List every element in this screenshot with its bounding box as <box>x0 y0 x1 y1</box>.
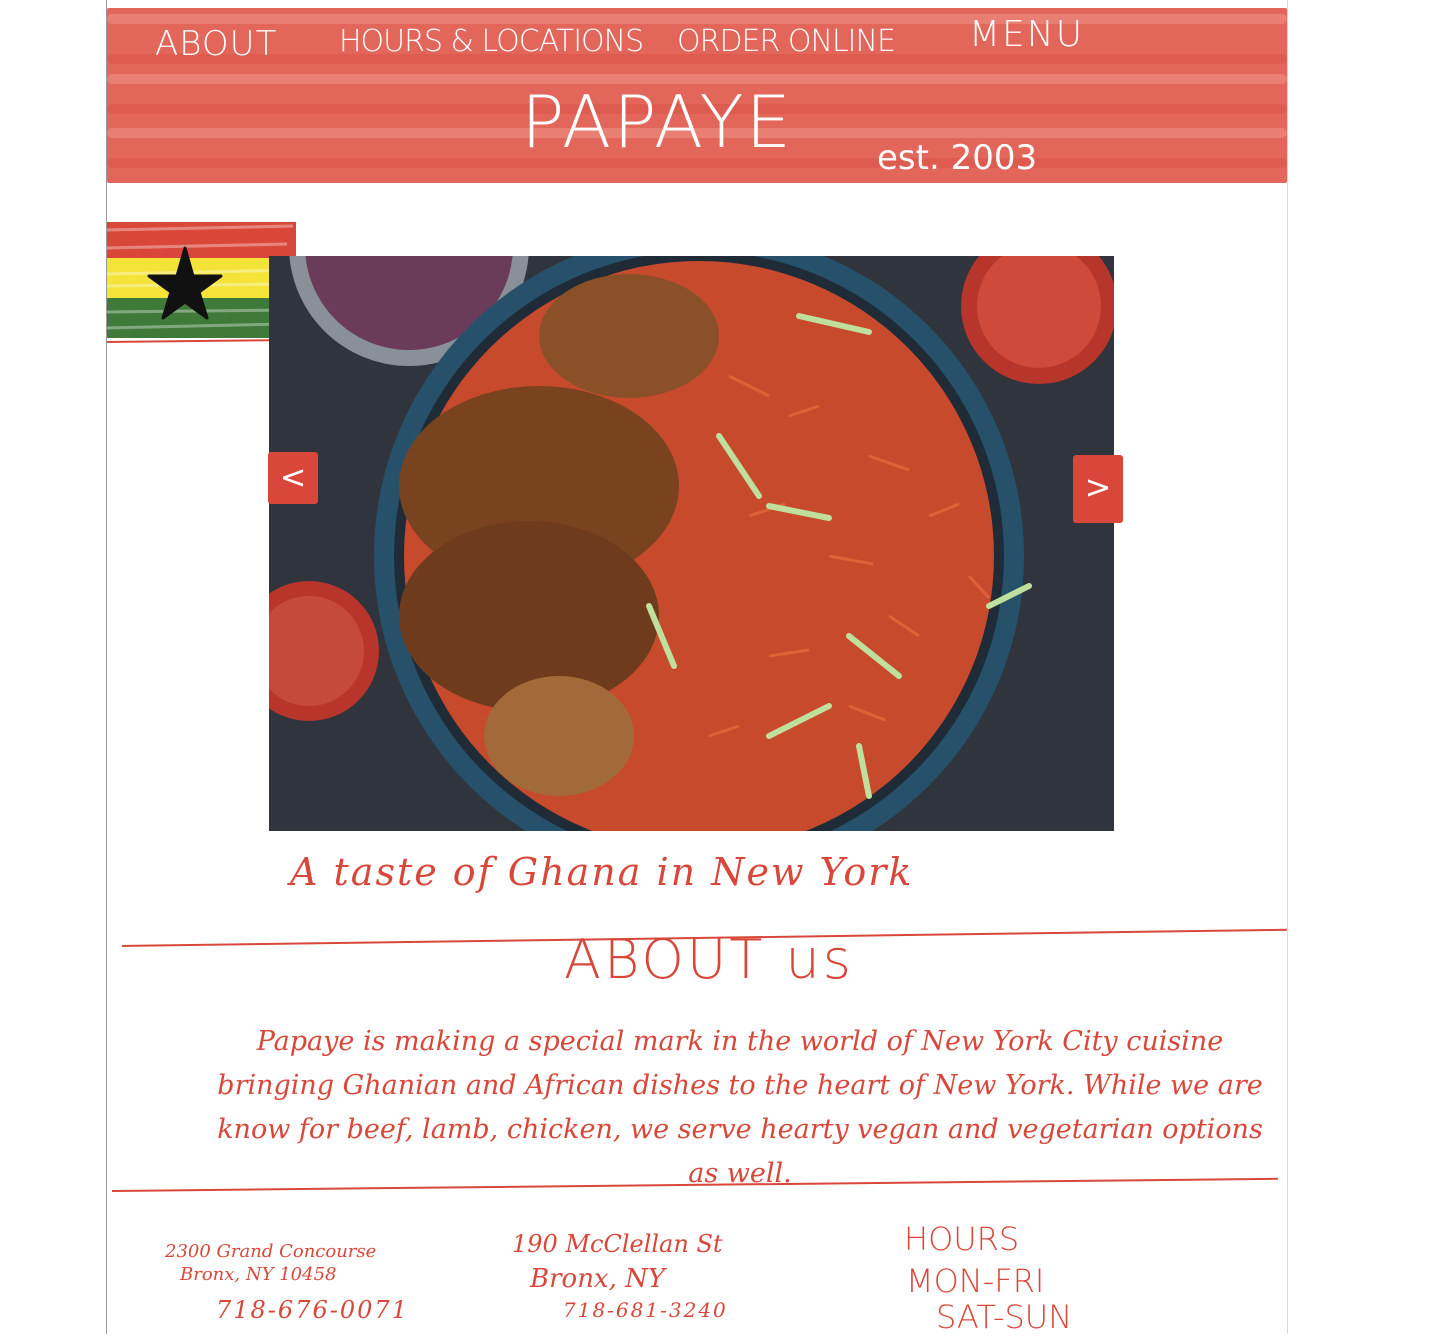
page-border-left <box>106 0 107 1334</box>
location-1-phone[interactable]: 718-676-0071 <box>216 1296 409 1324</box>
nav-menu[interactable]: MENU <box>969 14 1084 55</box>
location-2-address-line1: 190 McClellan St <box>512 1230 723 1258</box>
page-border-right <box>1287 0 1288 1334</box>
nav-hours-locations[interactable]: HOURS & LOCATIONS <box>339 24 644 59</box>
about-title: ABOUT us <box>564 928 854 991</box>
hours-weekend: SAT-SUN <box>936 1298 1073 1336</box>
hero-carousel <box>269 256 1114 831</box>
location-2-address-line2: Bronx, NY <box>530 1264 666 1294</box>
location-2-phone[interactable]: 718-681-3240 <box>563 1298 728 1322</box>
location-1-address-line1: 2300 Grand Concourse <box>165 1241 377 1262</box>
carousel-next-button[interactable]: > <box>1073 455 1123 523</box>
hours-title: HOURS <box>904 1220 1020 1258</box>
nav-about[interactable]: ABOUT <box>155 24 277 64</box>
about-body: Papaye is making a special mark in the w… <box>217 1026 1263 1189</box>
hours-weekday: MON-FRI <box>906 1262 1045 1300</box>
nav-order-online[interactable]: ORDER ONLINE <box>677 24 896 59</box>
brand-name: PAPAYE <box>521 80 794 164</box>
carousel-prev-button[interactable]: < <box>268 452 318 504</box>
jollof-rice-chicken-photo <box>269 256 1114 831</box>
brand-established: est. 2003 <box>877 138 1038 178</box>
tagline: A taste of Ghana in New York <box>290 850 914 894</box>
main-nav: ABOUT HOURS & LOCATIONS ORDER ONLINE MEN… <box>107 14 1287 68</box>
site-header: ABOUT HOURS & LOCATIONS ORDER ONLINE MEN… <box>107 8 1287 183</box>
location-1-address-line2: Bronx, NY 10458 <box>180 1264 337 1285</box>
